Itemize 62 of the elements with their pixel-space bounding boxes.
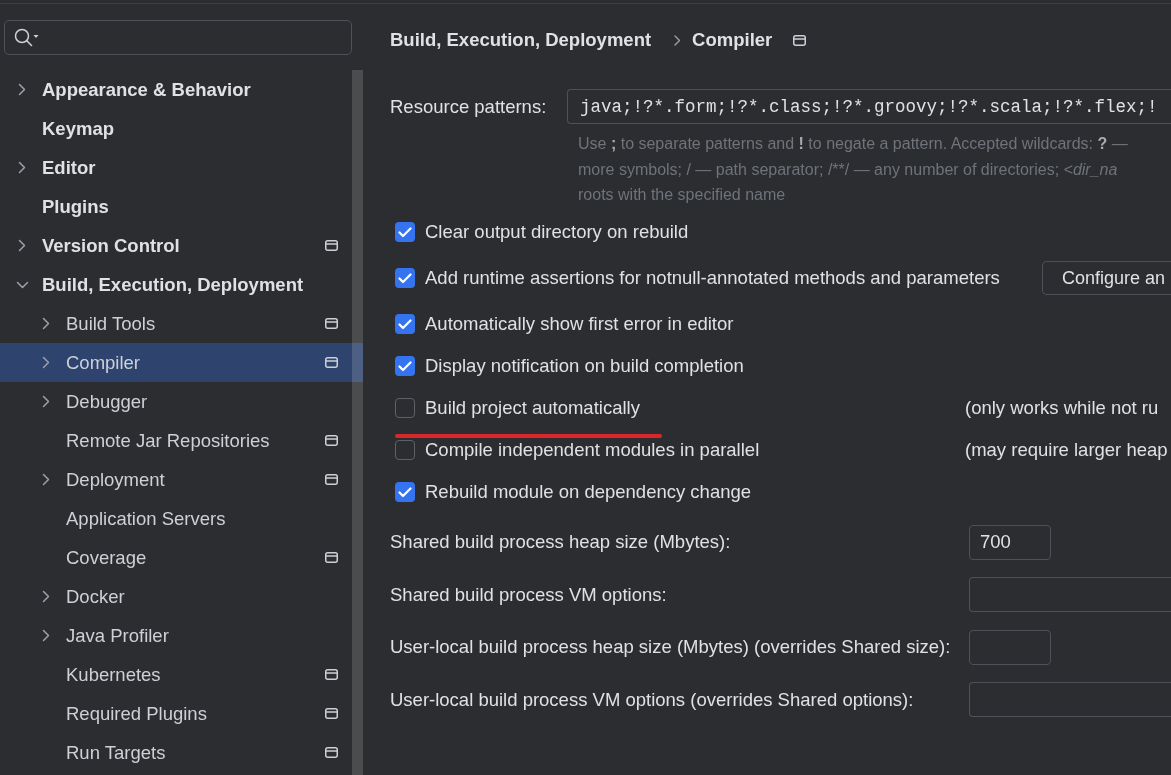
field-label: User-local build process VM options (overrides Shared options): <box>390 688 914 710</box>
checkbox-label: Build project automatically <box>425 396 640 421</box>
breadcrumb-item[interactable]: Build, Execution, Deployment <box>390 26 652 54</box>
field-label: Shared build process heap size (Mbytes): <box>390 531 731 553</box>
sidebar-item[interactable]: Deployment <box>0 460 363 499</box>
search-icon[interactable] <box>14 28 40 47</box>
checkbox-label: Rebuild module on dependency change <box>425 480 752 505</box>
sidebar-item[interactable]: Debugger <box>0 382 363 421</box>
breadcrumb-item: Compiler <box>692 28 773 53</box>
sidebar-item[interactable]: Application Servers <box>0 499 363 538</box>
chevron-right-icon[interactable] <box>18 239 26 252</box>
chevron-right-icon <box>674 34 682 46</box>
scrollbar-thumb[interactable] <box>352 70 363 775</box>
sidebar-item[interactable]: Version Control <box>0 226 363 265</box>
chevron-right-icon[interactable] <box>42 317 50 330</box>
text-field[interactable] <box>969 577 1171 613</box>
checkbox[interactable] <box>395 356 415 376</box>
checkbox[interactable] <box>395 314 415 334</box>
checkbox-label: Automatically show first error in editor <box>425 312 734 337</box>
note-text: (may require larger heap <box>965 438 1168 463</box>
sidebar-item[interactable]: Kubernetes <box>0 655 363 694</box>
chevron-down-icon[interactable] <box>15 280 29 289</box>
sidebar-item[interactable]: Remote Jar Repositories <box>0 421 363 460</box>
sidebar-item[interactable]: Plugins <box>0 187 363 226</box>
chevron-right-icon[interactable] <box>42 590 50 603</box>
checkbox[interactable] <box>395 398 415 418</box>
field-label: Shared build process VM options: <box>390 583 667 605</box>
chevron-right-icon[interactable] <box>18 161 26 174</box>
checkbox-label: Clear output directory on rebuild <box>425 220 689 245</box>
checkbox-label: Compile independent modules in parallel <box>425 438 760 463</box>
checkbox[interactable] <box>395 268 415 288</box>
resource-patterns-field[interactable]: java;!?*.form;!?*.class;!?*.groovy;!?*.scala;!?*.flex;! <box>567 89 1171 124</box>
field-label: Resource patterns: <box>390 95 547 117</box>
configure-button[interactable]: Configure an <box>1042 261 1171 295</box>
sidebar-item[interactable]: Editor <box>0 148 363 187</box>
chevron-right-icon[interactable] <box>18 83 26 96</box>
chevron-right-icon[interactable] <box>42 395 50 408</box>
chevron-right-icon[interactable] <box>42 473 50 486</box>
checkbox[interactable] <box>395 440 415 460</box>
field-label: User-local build process heap size (Mbytes) (overrides Shared size): <box>390 636 951 658</box>
chevron-right-icon[interactable] <box>42 356 50 369</box>
sidebar-item[interactable]: Compiler <box>0 343 363 382</box>
checkbox-label: Add runtime assertions for notnull-annotated methods and parameters <box>425 266 1000 291</box>
text-field[interactable] <box>969 682 1171 718</box>
checkbox[interactable] <box>395 482 415 502</box>
sidebar-item[interactable]: Coverage <box>0 538 363 577</box>
sidebar-item[interactable]: Appearance & Behavior <box>0 70 363 109</box>
sidebar-item[interactable]: Java Profiler <box>0 616 363 655</box>
sidebar-item[interactable]: Docker <box>0 577 363 616</box>
search-field[interactable] <box>4 20 352 55</box>
sidebar-item[interactable]: Build, Execution, Deployment <box>0 265 363 304</box>
number-field[interactable] <box>969 629 1051 665</box>
sidebar-item[interactable]: Keymap <box>0 109 363 148</box>
checkbox[interactable] <box>395 222 415 242</box>
chevron-right-icon[interactable] <box>42 629 50 642</box>
note-text: (only works while not ru <box>965 396 1159 421</box>
sidebar-item[interactable]: Build Tools <box>0 304 363 343</box>
sidebar-item[interactable]: Run Targets <box>0 733 363 772</box>
sidebar-item[interactable]: Required Plugins <box>0 694 363 733</box>
hint-text: Use ; to separate patterns and ! to negate a pattern. Accepted wildcards: ? — more symbols; / — path separator; /**/ — any number of directories; <dir_na roots with the specified name <box>578 134 1128 205</box>
number-field[interactable]: 700 <box>969 524 1051 560</box>
checkbox-label: Display notification on build completion <box>425 354 744 379</box>
